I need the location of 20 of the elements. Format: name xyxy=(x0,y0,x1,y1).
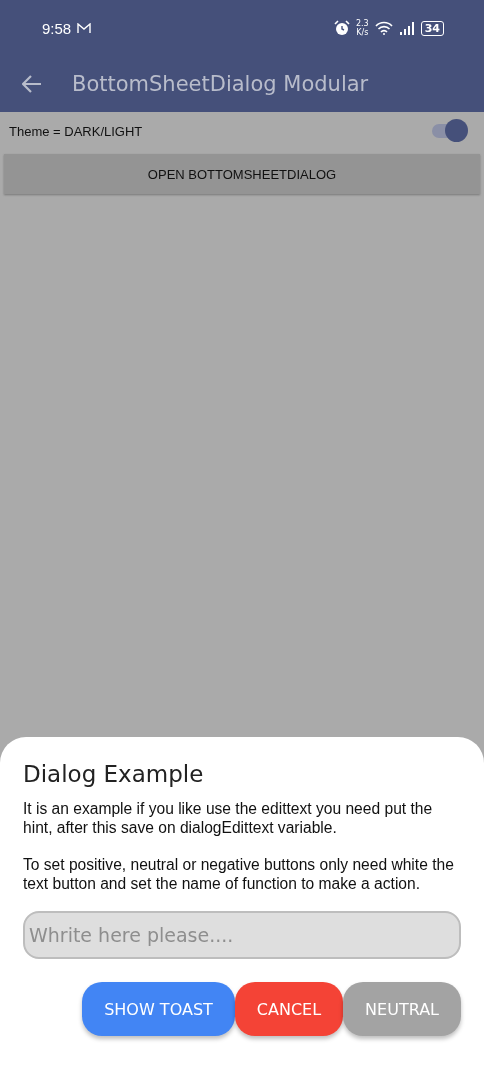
dialog-button[interactable]: SHOW TOAST xyxy=(82,982,235,1036)
network-speed-value: 2.3 xyxy=(355,19,369,28)
battery-indicator: 34 xyxy=(420,20,444,36)
dialog-title: Dialog Example xyxy=(23,761,205,787)
input-field[interactable]: Whrite here please.... xyxy=(23,911,461,959)
open-dialog-button[interactable]: OPEN BOTTOMSHEETDIALOG xyxy=(4,154,480,194)
dialog-button[interactable]: CANCEL xyxy=(234,982,344,1036)
dialog-message: To set positive, neutral or negative buttons only need white the text button and set the name of function to make a action. xyxy=(23,855,455,893)
status-time: 9:58 xyxy=(42,19,72,37)
signal-icon xyxy=(398,21,415,35)
back-arrow-icon[interactable] xyxy=(22,75,42,93)
theme-switch[interactable] xyxy=(430,118,470,144)
theme-label: Theme = DARK/LIGHT xyxy=(9,123,143,139)
mail-icon xyxy=(77,22,92,34)
dialog-button[interactable]: NEUTRAL xyxy=(343,982,461,1036)
network-speed-unit: K/s xyxy=(356,28,369,37)
dialog-message: It is an example if you like use the edittext you need put the hint, after this save on dialogEdittext variable. xyxy=(23,799,434,837)
wifi-icon xyxy=(374,21,393,35)
app-title: BottomSheetDialog Modular xyxy=(72,72,369,96)
alarm-clock-icon xyxy=(333,20,350,36)
